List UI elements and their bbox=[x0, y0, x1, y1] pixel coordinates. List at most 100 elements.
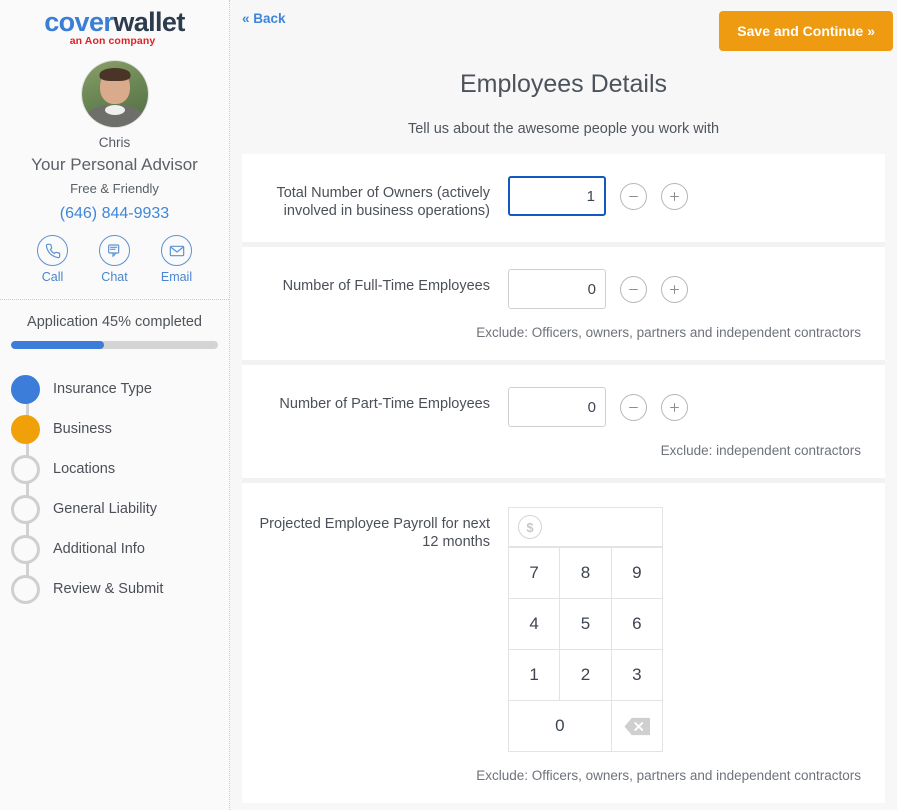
step-label: General Liability bbox=[53, 501, 157, 518]
advisor-phone-link[interactable]: (646) 844-9933 bbox=[0, 205, 229, 223]
step-list: Insurance Type Business Locations Genera… bbox=[0, 369, 229, 609]
payroll-control-group: $ 7 8 9 4 5 6 1 2 3 0 bbox=[508, 507, 663, 752]
sidebar-item-insurance-type[interactable]: Insurance Type bbox=[11, 369, 229, 409]
step-label: Additional Info bbox=[53, 541, 145, 558]
keypad-row: 7 8 9 bbox=[509, 548, 663, 599]
keypad-row: 0 bbox=[509, 701, 663, 752]
step-label: Review & Submit bbox=[53, 581, 164, 598]
payroll-hint: Exclude: Officers, owners, partners and … bbox=[476, 768, 861, 783]
owners-decrement-button[interactable] bbox=[620, 182, 647, 210]
bottom-bar: « Back Save and Continue » bbox=[242, 803, 885, 810]
page-title: Employees Details bbox=[459, 70, 668, 98]
keypad-key-4[interactable]: 4 bbox=[509, 599, 561, 650]
brand-logo[interactable]: coverwallet an Aon company bbox=[0, 0, 229, 48]
contact-actions: Call Chat Email bbox=[0, 235, 229, 284]
payroll-label: Projected Employee Payroll for next 12 m… bbox=[259, 516, 491, 550]
logo-cover-text: cover bbox=[44, 7, 114, 37]
step-dot-icon bbox=[11, 494, 40, 524]
keypad-key-0[interactable]: 0 bbox=[509, 701, 612, 752]
fulltime-label: Number of Full-Time Employees bbox=[282, 278, 490, 294]
advisor-tagline: Free & Friendly bbox=[70, 181, 159, 197]
form-card-payroll: Projected Employee Payroll for next 12 m… bbox=[242, 483, 885, 803]
sidebar-item-business[interactable]: Business bbox=[11, 409, 229, 449]
fulltime-input[interactable] bbox=[508, 269, 606, 309]
owners-label: Total Number of Owners (actively involve… bbox=[276, 185, 490, 219]
form-card-parttime: Number of Part-Time Employees Exclude: i… bbox=[242, 365, 885, 483]
step-dot-icon bbox=[11, 574, 40, 604]
step-dot-icon bbox=[11, 414, 40, 444]
progress-label: Application 45% completed bbox=[27, 314, 202, 331]
keypad-key-3[interactable]: 3 bbox=[611, 650, 663, 701]
keypad-key-8[interactable]: 8 bbox=[560, 548, 612, 599]
owners-control-group bbox=[508, 176, 688, 216]
save-and-continue-button-top[interactable]: Save and Continue » bbox=[719, 11, 893, 51]
step-label: Insurance Type bbox=[53, 381, 152, 398]
progress-bar-fill bbox=[11, 341, 105, 350]
contact-call-label: Call bbox=[41, 270, 64, 285]
keypad-key-9[interactable]: 9 bbox=[611, 548, 663, 599]
numeric-keypad: 7 8 9 4 5 6 1 2 3 0 bbox=[508, 547, 663, 752]
step-label: Locations bbox=[53, 461, 116, 478]
sidebar-item-general-liability[interactable]: General Liability bbox=[11, 489, 229, 529]
keypad-row: 1 2 3 bbox=[509, 650, 663, 701]
sidebar-item-review-submit[interactable]: Review & Submit bbox=[11, 569, 229, 609]
step-dot-icon bbox=[11, 374, 40, 404]
form-card-fulltime: Number of Full-Time Employees Exclude: O… bbox=[242, 247, 885, 365]
sidebar-divider bbox=[0, 299, 229, 301]
sidebar: coverwallet an Aon company Chris Your Pe… bbox=[0, 0, 230, 810]
form-row: Number of Part-Time Employees bbox=[242, 365, 885, 427]
keypad-key-5[interactable]: 5 bbox=[560, 599, 612, 650]
dollar-icon: $ bbox=[518, 515, 542, 539]
application-root: coverwallet an Aon company Chris Your Pe… bbox=[0, 0, 897, 810]
form-row: Number of Full-Time Employees bbox=[242, 247, 885, 309]
top-bar: « Back Save and Continue » bbox=[230, 0, 897, 64]
fulltime-increment-button[interactable] bbox=[661, 275, 688, 303]
sidebar-item-locations[interactable]: Locations bbox=[11, 449, 229, 489]
envelope-icon bbox=[161, 235, 192, 267]
avatar-collar bbox=[104, 105, 125, 116]
contact-email-button[interactable]: Email bbox=[158, 235, 196, 284]
logo-wordmark: coverwallet bbox=[0, 8, 229, 36]
page-subtitle: Tell us about the awesome people you wor… bbox=[407, 121, 720, 137]
keypad-key-2[interactable]: 2 bbox=[560, 650, 612, 701]
keypad-key-6[interactable]: 6 bbox=[611, 599, 663, 650]
advisor-photo bbox=[81, 61, 148, 128]
contact-email-label: Email bbox=[160, 270, 193, 285]
step-dot-icon bbox=[11, 454, 40, 484]
backspace-icon[interactable] bbox=[611, 701, 663, 752]
sidebar-item-additional-info[interactable]: Additional Info bbox=[11, 529, 229, 569]
form-cards: Total Number of Owners (actively involve… bbox=[242, 154, 885, 803]
parttime-hint: Exclude: independent contractors bbox=[660, 443, 861, 458]
parttime-label: Number of Part-Time Employees bbox=[279, 396, 490, 412]
contact-call-button[interactable]: Call bbox=[34, 235, 72, 284]
owners-increment-button[interactable] bbox=[661, 182, 688, 210]
fulltime-control-group bbox=[508, 269, 688, 309]
form-row: Projected Employee Payroll for next 12 m… bbox=[242, 483, 885, 752]
parttime-increment-button[interactable] bbox=[661, 393, 688, 421]
parttime-control-group bbox=[508, 387, 688, 427]
progress-bar bbox=[11, 341, 218, 350]
back-link-top[interactable]: « Back bbox=[242, 11, 286, 26]
keypad-key-1[interactable]: 1 bbox=[509, 650, 561, 701]
phone-icon bbox=[37, 235, 68, 267]
fulltime-decrement-button[interactable] bbox=[620, 275, 647, 303]
logo-wallet-text: wallet bbox=[113, 7, 185, 37]
advisor-role: Your Personal Advisor bbox=[31, 155, 198, 175]
step-label: Business bbox=[53, 421, 112, 438]
owners-input[interactable] bbox=[508, 176, 606, 216]
contact-chat-button[interactable]: Chat bbox=[96, 235, 134, 284]
logo-tagline: an Aon company bbox=[69, 35, 156, 48]
parttime-decrement-button[interactable] bbox=[620, 393, 647, 421]
form-card-owners: Total Number of Owners (actively involve… bbox=[242, 154, 885, 247]
contact-chat-label: Chat bbox=[101, 270, 128, 285]
step-dot-icon bbox=[11, 534, 40, 564]
keypad-key-7[interactable]: 7 bbox=[509, 548, 561, 599]
fulltime-hint: Exclude: Officers, owners, partners and … bbox=[476, 325, 861, 340]
avatar-hair bbox=[99, 68, 130, 82]
parttime-input[interactable] bbox=[508, 387, 606, 427]
chat-bubble-icon bbox=[99, 235, 130, 267]
main-content: « Back Save and Continue » Employees Det… bbox=[230, 0, 897, 810]
keypad-row: 4 5 6 bbox=[509, 599, 663, 650]
form-row: Total Number of Owners (actively involve… bbox=[242, 154, 885, 220]
payroll-input-wrapper[interactable]: $ bbox=[508, 507, 663, 547]
